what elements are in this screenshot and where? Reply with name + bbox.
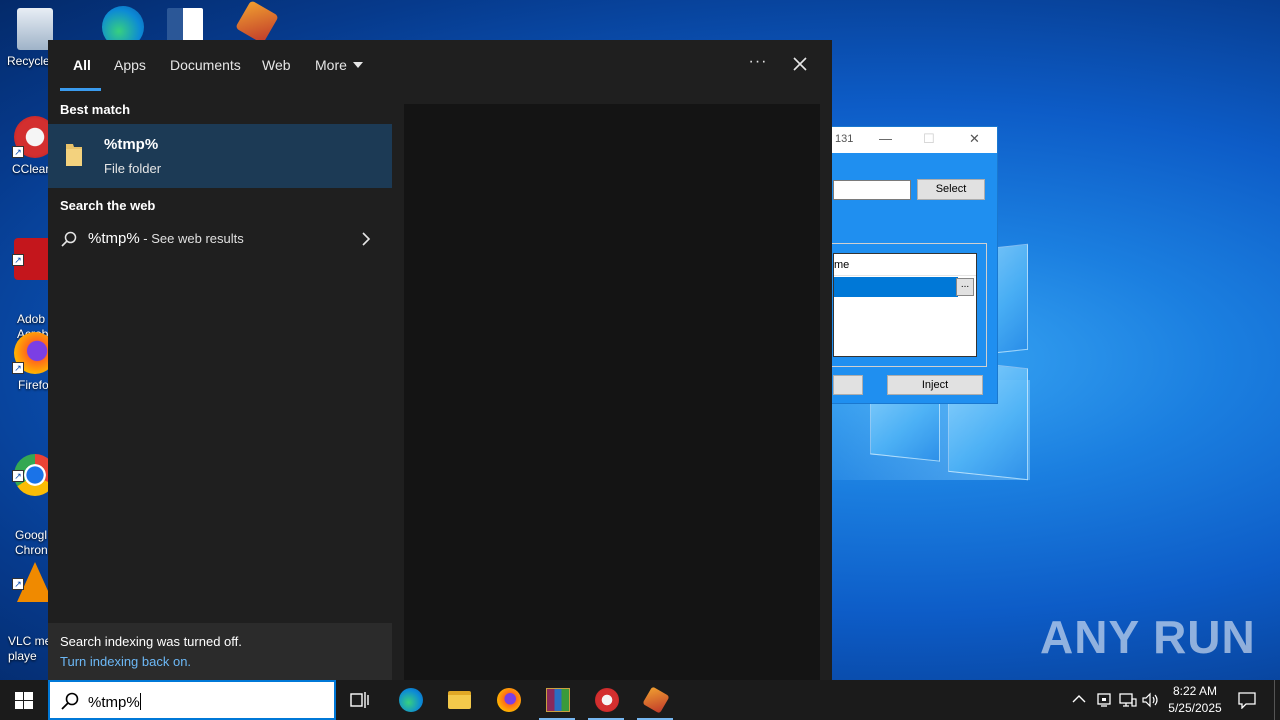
- maximize-icon[interactable]: ☐: [923, 131, 935, 147]
- taskbar-winrar[interactable]: [533, 680, 581, 720]
- anyrun-watermark: ANY RUN: [1040, 611, 1256, 663]
- winrar-icon: [546, 688, 570, 712]
- dialog-title: 131: [835, 133, 854, 145]
- best-match-subtitle: File folder: [104, 161, 162, 176]
- tab-apps[interactable]: Apps: [114, 57, 146, 73]
- list-browse-button[interactable]: ...: [956, 278, 974, 296]
- volume-icon: [1142, 692, 1158, 708]
- inject-button[interactable]: Inject: [887, 375, 983, 395]
- search-query-input[interactable]: %tmp%: [88, 693, 141, 711]
- web-result-suffix: - See web results: [139, 231, 244, 246]
- best-match-title: %tmp%: [104, 136, 159, 153]
- taskbar-file-explorer[interactable]: [435, 680, 483, 720]
- more-options-button[interactable]: ···: [746, 52, 770, 76]
- notification-icon: [1238, 692, 1256, 709]
- firefox-icon: [497, 688, 521, 712]
- taskbar-firefox[interactable]: [484, 680, 532, 720]
- list-column-header[interactable]: me: [834, 254, 976, 276]
- desktop-icon-tool[interactable]: [222, 0, 292, 44]
- chevron-right-icon[interactable]: [360, 231, 372, 247]
- shortcut-arrow-icon: ↗: [12, 146, 24, 158]
- injector-tool-icon: [235, 0, 279, 44]
- shortcut-arrow-icon: ↗: [12, 578, 24, 590]
- search-query-text: %tmp%: [88, 694, 140, 711]
- best-match-result[interactable]: %tmp% File folder: [48, 124, 392, 188]
- close-search-button[interactable]: [788, 52, 812, 76]
- close-icon[interactable]: ✕: [969, 131, 980, 147]
- shortcut-arrow-icon: ↗: [12, 470, 24, 482]
- device-icon: [1097, 693, 1111, 707]
- web-result-query: %tmp%: [88, 230, 140, 247]
- tab-more-label: More: [315, 57, 347, 73]
- search-icon: [61, 692, 79, 710]
- file-explorer-icon: [448, 691, 471, 709]
- dialog-partial-button[interactable]: [833, 375, 863, 395]
- web-result-text: %tmp% - See web results: [88, 230, 244, 247]
- result-preview-pane: [404, 104, 820, 680]
- process-path-input[interactable]: [833, 180, 911, 200]
- taskbar-injector[interactable]: [631, 680, 679, 720]
- show-desktop-divider[interactable]: [1274, 680, 1275, 720]
- tab-all[interactable]: All: [73, 57, 91, 73]
- chevron-down-icon: [352, 62, 363, 68]
- shortcut-arrow-icon: ↗: [12, 362, 24, 374]
- minimize-icon[interactable]: —: [879, 131, 892, 146]
- list-selected-row[interactable]: [834, 277, 958, 297]
- active-tab-indicator: [60, 88, 101, 91]
- chevron-up-icon: [1072, 695, 1086, 703]
- word-document-icon: [167, 8, 203, 44]
- start-button[interactable]: [0, 680, 48, 720]
- tab-web[interactable]: Web: [262, 57, 291, 73]
- indexing-notice: Search indexing was turned off. Turn ind…: [48, 623, 392, 680]
- search-web-heading: Search the web: [60, 198, 156, 213]
- web-result-row[interactable]: %tmp% - See web results: [48, 226, 392, 252]
- folder-icon: [66, 144, 82, 166]
- taskbar-edge[interactable]: [386, 680, 434, 720]
- shortcut-arrow-icon: ↗: [12, 254, 24, 266]
- edge-icon: [399, 688, 423, 712]
- search-panel: All Apps Documents Web More ··· Best mat…: [48, 40, 832, 680]
- taskbar-clock[interactable]: 8:22 AM 5/25/2025: [1160, 683, 1230, 717]
- dialog-body: Select me ... Inject: [829, 153, 997, 403]
- windows-start-icon: [15, 692, 33, 709]
- clock-date: 5/25/2025: [1168, 701, 1222, 715]
- taskbar: %tmp% 8:22 AM 5/25/2025: [0, 680, 1280, 720]
- taskbar-ccleaner[interactable]: [582, 680, 630, 720]
- search-icon: [61, 231, 77, 247]
- task-view-icon: [350, 692, 369, 708]
- clock-time: 8:22 AM: [1172, 684, 1218, 698]
- search-filter-tabs: All Apps Documents Web More ···: [48, 40, 832, 92]
- best-match-heading: Best match: [60, 102, 131, 117]
- ccleaner-icon: [595, 688, 619, 712]
- dialog-titlebar[interactable]: 131 — ☐ ✕: [829, 127, 997, 153]
- task-view-button[interactable]: [336, 680, 384, 720]
- dll-list[interactable]: me ...: [833, 253, 977, 357]
- injector-dialog-window[interactable]: 131 — ☐ ✕ Select me ... Inject: [828, 126, 998, 404]
- search-results: Best match %tmp% File folder Search the …: [48, 92, 392, 680]
- turn-indexing-on-link[interactable]: Turn indexing back on.: [60, 654, 191, 669]
- select-button[interactable]: Select: [917, 179, 985, 200]
- indexing-message: Search indexing was turned off.: [60, 634, 242, 649]
- network-icon: [1119, 693, 1137, 707]
- close-icon: [793, 57, 807, 71]
- injector-tool-icon: [642, 686, 670, 714]
- taskbar-search-box[interactable]: %tmp%: [48, 680, 336, 720]
- tab-documents[interactable]: Documents: [170, 57, 241, 73]
- text-cursor: [139, 693, 141, 710]
- tab-more[interactable]: More: [315, 57, 363, 73]
